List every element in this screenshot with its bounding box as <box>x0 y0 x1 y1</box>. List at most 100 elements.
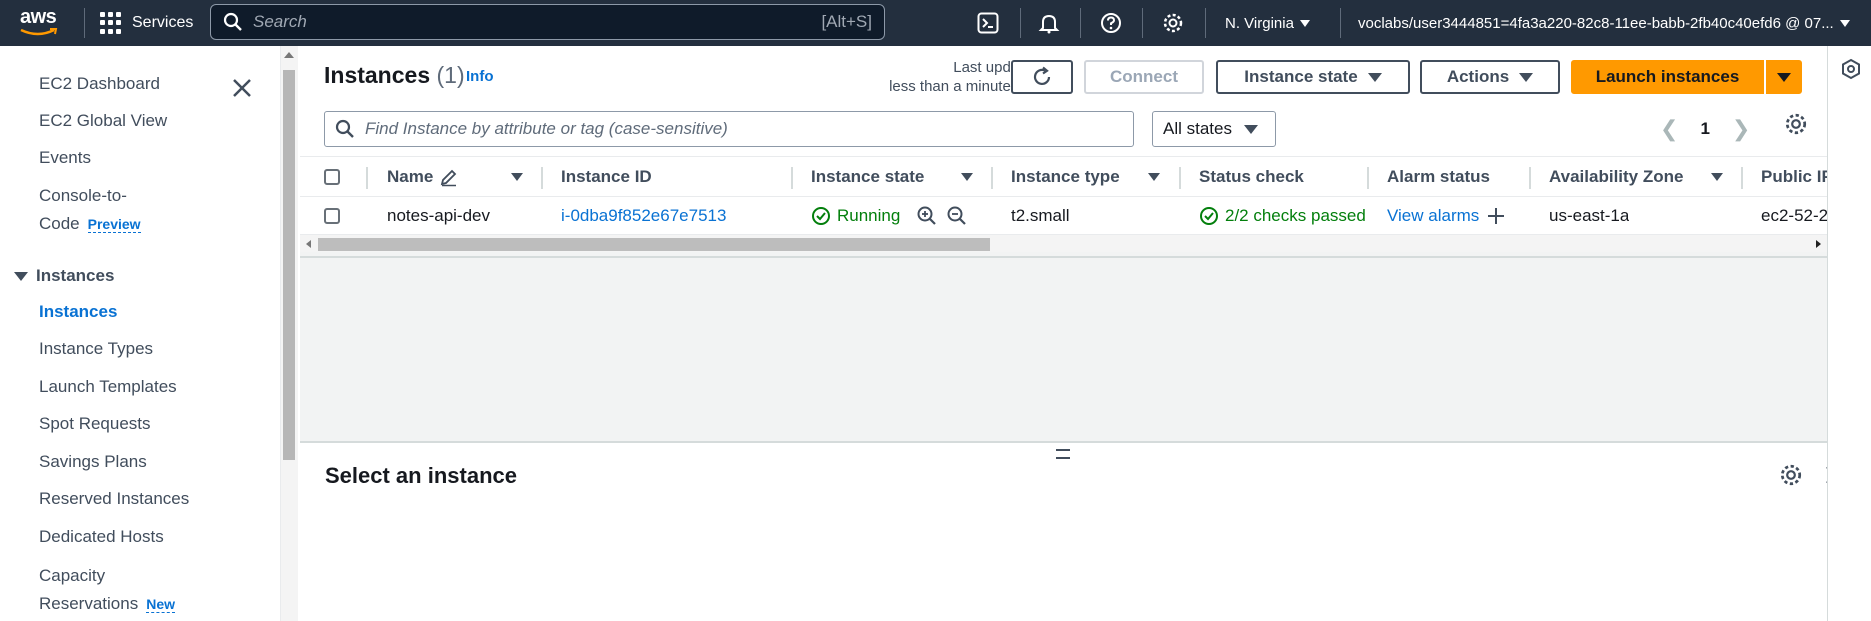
smile-icon <box>20 28 58 36</box>
zoom-in-icon[interactable] <box>916 197 938 235</box>
table-row[interactable]: notes-api-dev i-0dba9f852e67e7513 Runnin… <box>300 196 1827 234</box>
region-selector[interactable]: N. Virginia <box>1225 0 1310 46</box>
table-scroll-thumb[interactable] <box>318 238 990 251</box>
row-checkbox[interactable] <box>324 208 340 224</box>
divider <box>1080 8 1081 38</box>
column-header-public-ip[interactable]: Public IP <box>1761 157 1827 197</box>
caret-down-icon <box>1243 124 1258 134</box>
sort-caret-icon[interactable] <box>511 173 523 181</box>
cloudshell-icon[interactable] <box>974 9 1002 37</box>
divider <box>84 8 85 38</box>
sidebar-item-instance-types[interactable]: Instance Types <box>39 335 153 363</box>
caret-down-icon <box>1367 72 1382 82</box>
table-header: Name Instance ID Instance state Instance… <box>300 156 1827 196</box>
services-menu[interactable]: Services <box>100 0 193 46</box>
column-divider <box>1529 167 1531 189</box>
aws-logo[interactable]: aws <box>18 6 64 40</box>
launch-instances-button[interactable]: Launch instances <box>1571 60 1764 94</box>
zoom-out-icon[interactable] <box>946 197 968 235</box>
check-circle-icon <box>1200 207 1218 225</box>
services-label: Services <box>132 14 194 31</box>
sort-caret-icon[interactable] <box>1148 173 1160 181</box>
divider <box>1142 8 1143 38</box>
split-panel-settings-icon[interactable] <box>1779 463 1803 492</box>
bell-icon[interactable] <box>1035 9 1063 37</box>
sidebar-section-instances[interactable]: Instances <box>14 266 114 286</box>
account-menu[interactable]: voclabs/user3444851=4fa3a220-82c8-11ee-b… <box>1358 0 1850 46</box>
actions-button[interactable]: Actions <box>1420 60 1560 94</box>
region-label: N. Virginia <box>1225 14 1294 32</box>
sidebar-item-capacity-reservations[interactable]: Capacity Reservations New <box>39 562 176 618</box>
refresh-button[interactable] <box>1011 60 1073 94</box>
grid-icon <box>100 12 122 34</box>
column-header-name[interactable]: Name <box>387 157 459 197</box>
cell-instance-id-link[interactable]: i-0dba9f852e67e7513 <box>561 197 726 235</box>
resize-handle-icon[interactable] <box>1056 449 1070 459</box>
column-divider <box>1741 167 1743 189</box>
sidebar-scroll-thumb[interactable] <box>283 70 295 460</box>
help-icon[interactable] <box>1097 9 1125 37</box>
account-label: voclabs/user3444851=4fa3a220-82c8-11ee-b… <box>1358 14 1834 32</box>
launch-instances-dropdown[interactable] <box>1766 60 1802 94</box>
states-select[interactable]: All states <box>1152 111 1276 147</box>
sidebar-item-events[interactable]: Events <box>39 144 91 172</box>
split-panel: Select an instance <box>300 441 1844 621</box>
column-header-instance-type[interactable]: Instance type <box>1011 157 1120 197</box>
scroll-up-arrow-icon[interactable] <box>284 52 294 58</box>
sidebar-item-reserved-instances[interactable]: Reserved Instances <box>39 485 189 513</box>
chevron-left-icon[interactable]: ❮ <box>1660 116 1678 142</box>
tools-panel-icon[interactable] <box>1840 58 1862 85</box>
column-header-availability-zone[interactable]: Availability Zone <box>1549 157 1683 197</box>
sort-caret-icon[interactable] <box>961 173 973 181</box>
column-divider <box>1179 167 1181 189</box>
scroll-left-arrow-icon[interactable] <box>306 240 311 248</box>
column-divider <box>1367 167 1369 189</box>
divider <box>300 256 1827 258</box>
main-content: Instances (1) Info Last updated less tha… <box>300 46 1844 621</box>
sidebar-item-launch-templates[interactable]: Launch Templates <box>39 373 177 401</box>
instance-state-button[interactable]: Instance state <box>1216 60 1410 94</box>
settings-gear-icon[interactable] <box>1159 9 1187 37</box>
connect-button[interactable]: Connect <box>1084 60 1204 94</box>
column-header-instance-id[interactable]: Instance ID <box>561 157 652 197</box>
divider <box>1205 8 1206 38</box>
column-header-instance-state[interactable]: Instance state <box>811 157 924 197</box>
caret-down-icon <box>1777 72 1791 82</box>
caret-down-icon <box>1299 19 1310 27</box>
caret-down-icon <box>1519 72 1534 82</box>
column-header-status-check[interactable]: Status check <box>1199 157 1304 197</box>
view-alarms-link[interactable]: View alarms <box>1387 206 1479 226</box>
page-number[interactable]: 1 <box>1700 119 1709 139</box>
sidebar-item-label: Reservations <box>39 594 139 613</box>
instance-filter-input[interactable]: Find Instance by attribute or tag (case-… <box>324 111 1134 147</box>
cell-alarm-status: View alarms <box>1387 197 1505 235</box>
cell-instance-state: Running <box>811 197 900 235</box>
search-placeholder: Search <box>253 12 307 31</box>
sidebar: EC2 Dashboard EC2 Global View Events Con… <box>0 46 280 621</box>
chevron-right-icon[interactable]: ❯ <box>1732 116 1750 142</box>
split-panel-title: Select an instance <box>325 463 517 488</box>
top-navigation: aws Services Search [Alt+S] N. Virginia <box>0 0 1871 46</box>
sidebar-item-savings-plans[interactable]: Savings Plans <box>39 448 147 476</box>
sidebar-item-console-to-code[interactable]: Console-to- Code Preview <box>39 182 141 238</box>
scroll-right-arrow-icon[interactable] <box>1816 240 1821 248</box>
info-link[interactable]: Info <box>466 68 494 85</box>
sidebar-item-ec2-global-view[interactable]: EC2 Global View <box>39 107 167 135</box>
cell-instance-type: t2.small <box>1011 206 1070 225</box>
sidebar-item-label: Console-to- <box>39 186 127 205</box>
plus-icon[interactable] <box>1487 207 1505 225</box>
sidebar-item-spot-requests[interactable]: Spot Requests <box>39 410 151 438</box>
caret-down-icon <box>1839 19 1850 27</box>
cell-public-dns: ec2-52-2 <box>1761 206 1827 225</box>
table-horizontal-scrollbar[interactable] <box>300 234 1827 252</box>
select-all-checkbox[interactable] <box>324 169 340 185</box>
sidebar-item-dedicated-hosts[interactable]: Dedicated Hosts <box>39 523 164 551</box>
sort-caret-icon[interactable] <box>1711 173 1723 181</box>
table-preferences-icon[interactable] <box>1784 112 1808 141</box>
search-icon <box>223 12 242 31</box>
sidebar-item-instances[interactable]: Instances <box>39 298 117 326</box>
sidebar-item-ec2-dashboard[interactable]: EC2 Dashboard <box>39 70 160 98</box>
column-header-alarm-status[interactable]: Alarm status <box>1387 157 1490 197</box>
close-sidebar-icon[interactable] <box>228 74 256 102</box>
global-search-input[interactable]: Search [Alt+S] <box>210 4 885 40</box>
